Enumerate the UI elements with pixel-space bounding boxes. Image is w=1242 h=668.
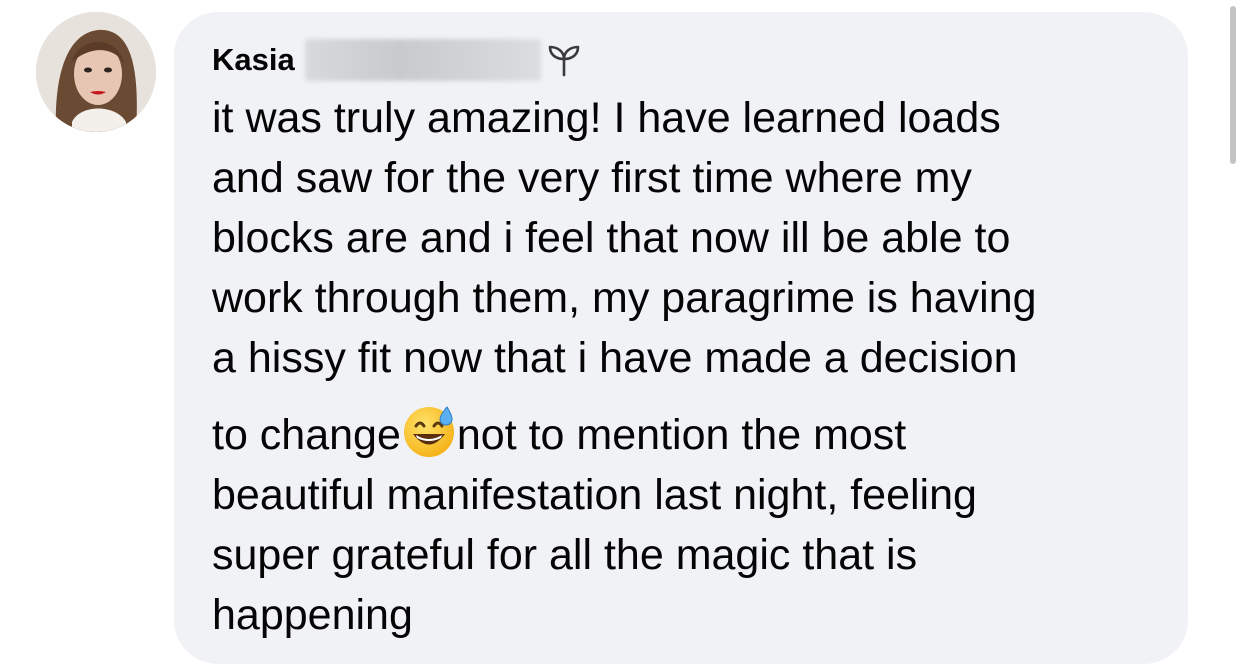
comment-text: it was truly amazing! I have learned loa… bbox=[212, 88, 1172, 645]
comment-line: work through them, my paragrime is havin… bbox=[212, 274, 1037, 322]
comment-bubble[interactable]: Kasia it was truly amazing! I have learn… bbox=[174, 12, 1188, 664]
comment-line: beautiful manifestation last night, feel… bbox=[212, 471, 977, 519]
sprout-icon[interactable] bbox=[545, 41, 583, 79]
author-name[interactable]: Kasia bbox=[212, 38, 295, 82]
comment-line: blocks are and i feel that now ill be ab… bbox=[212, 214, 1011, 262]
grinning-face-with-sweat-emoji bbox=[401, 403, 457, 459]
comment-line-part: to change bbox=[212, 411, 401, 459]
comment-line: and saw for the very first time where my bbox=[212, 154, 972, 202]
comment-line: a hissy fit now that i have made a decis… bbox=[212, 334, 1018, 382]
comment-line: it was truly amazing! I have learned loa… bbox=[212, 94, 1001, 142]
scrollbar[interactable] bbox=[1230, 6, 1236, 164]
comment-line: happening bbox=[212, 591, 413, 639]
comment-line-with-emoji: to change not to mention the most bbox=[212, 403, 1172, 465]
comment-line: super grateful for all the magic that is bbox=[212, 531, 918, 579]
redacted-surname bbox=[304, 39, 541, 81]
comment-author-row: Kasia bbox=[212, 38, 583, 82]
avatar[interactable] bbox=[36, 12, 156, 132]
comment-line-part: not to mention the most bbox=[456, 411, 907, 459]
avatar-photo bbox=[36, 12, 156, 132]
